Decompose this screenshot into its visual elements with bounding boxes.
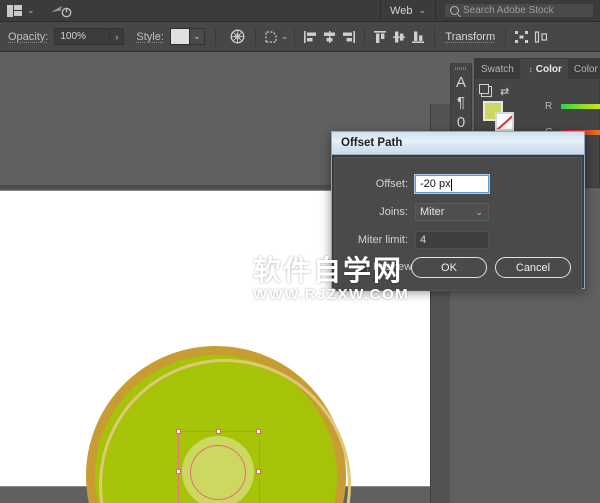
- shape-options-icon[interactable]: [262, 27, 281, 46]
- align-right-icon[interactable]: [339, 27, 358, 46]
- miter-limit-field-row: Miter limit: 4: [347, 231, 569, 249]
- selection-handle[interactable]: [176, 469, 181, 474]
- shape-chevron-down-icon[interactable]: ⌄: [281, 32, 289, 41]
- workspace-web-label: Web: [390, 5, 412, 17]
- search-input[interactable]: Search Adobe Stock: [444, 3, 594, 18]
- swap-fill-stroke-icon[interactable]: ⇄: [500, 85, 509, 98]
- color-panel-body: ⇄ R G: [475, 79, 599, 131]
- bridge-launch-icon[interactable]: [50, 4, 72, 18]
- fill-stroke-chips: [483, 101, 515, 131]
- cancel-button[interactable]: Cancel: [495, 257, 571, 278]
- type-tool-icon[interactable]: A: [456, 75, 466, 90]
- selection-handle[interactable]: [176, 429, 181, 434]
- tab-color-label: Color: [536, 64, 562, 75]
- opacity-flyout-arrow[interactable]: ›: [110, 28, 124, 45]
- align-horizontal-center-icon[interactable]: [320, 27, 339, 46]
- stroke-none-swatch[interactable]: [495, 112, 514, 131]
- glyph-icon[interactable]: 0: [457, 115, 465, 130]
- align-bottom-icon[interactable]: [409, 27, 428, 46]
- adobe-stock-search-wrap: Search Adobe Stock: [435, 0, 600, 22]
- chevron-down-icon[interactable]: ⌄: [27, 6, 35, 15]
- text-caret: [451, 179, 452, 191]
- panel-resize-icon: ↕: [529, 65, 533, 74]
- selection-handle[interactable]: [216, 429, 221, 434]
- illustrator-window: ⌄ Web ⌄ Search Adobe Stock: [0, 0, 600, 503]
- joins-select-value: Miter: [420, 206, 444, 218]
- isolate-selection-icon[interactable]: [512, 27, 531, 46]
- offset-field-row: Offset: -20 px: [347, 175, 569, 193]
- selection-bounding-box[interactable]: [178, 431, 260, 503]
- offset-input[interactable]: -20 px: [415, 175, 489, 193]
- transform-button[interactable]: Transform: [441, 31, 499, 43]
- offset-input-value: -20 px: [420, 178, 451, 190]
- opacity-input[interactable]: 100%: [54, 28, 110, 45]
- tab-swatches[interactable]: Swatch: [475, 59, 520, 79]
- offset-label: Offset:: [347, 178, 415, 190]
- style-swatch[interactable]: [170, 28, 190, 45]
- style-label: Style:: [136, 31, 164, 43]
- preview-label: Preview: [373, 261, 412, 273]
- dialog-title: Offset Path: [332, 132, 584, 155]
- tab-color-guide[interactable]: Color G: [568, 59, 600, 79]
- search-placeholder: Search Adobe Stock: [463, 5, 554, 16]
- dialog-buttons: OK Cancel: [411, 257, 571, 278]
- color-panel-toprow: ⇄: [481, 85, 599, 98]
- color-panel-tabs: Swatch ↕ Color Color G A: [475, 59, 599, 79]
- miter-limit-input[interactable]: 4: [415, 231, 489, 249]
- appbar-left-group: ⌄: [0, 4, 72, 18]
- chevron-down-icon: ⌄: [418, 6, 426, 15]
- workspace-web-button[interactable]: Web ⌄: [380, 0, 435, 22]
- paragraph-icon[interactable]: ¶: [457, 95, 465, 110]
- align-left-icon[interactable]: [301, 27, 320, 46]
- chevron-down-icon: ⌄: [475, 208, 483, 217]
- application-bar: ⌄ Web ⌄ Search Adobe Stock: [0, 0, 600, 22]
- align-vertical-center-icon[interactable]: [390, 27, 409, 46]
- control-bar: Opacity: 100% › Style: ⌄ ⌄: [0, 22, 600, 52]
- style-chevron-down-icon[interactable]: ⌄: [190, 28, 205, 45]
- panel-grip[interactable]: [455, 67, 467, 70]
- dialog-body: Offset: -20 px Joins: Miter ⌄ Miter limi…: [334, 157, 582, 291]
- distribute-icon[interactable]: [531, 27, 550, 46]
- channel-label-r: R: [545, 101, 553, 112]
- workspace-switcher-icon[interactable]: [7, 5, 22, 17]
- joins-field-row: Joins: Miter ⌄: [347, 203, 569, 221]
- joins-select[interactable]: Miter ⌄: [415, 203, 489, 221]
- opacity-label: Opacity:: [8, 31, 48, 43]
- offset-path-dialog: Offset Path Offset: -20 px Joins: Miter …: [331, 131, 585, 289]
- miter-limit-label: Miter limit:: [347, 234, 415, 246]
- preview-checkbox[interactable]: [357, 262, 368, 273]
- search-icon: [450, 6, 459, 15]
- align-top-icon[interactable]: [371, 27, 390, 46]
- tab-color[interactable]: ↕ Color: [520, 59, 568, 79]
- recolor-artwork-icon[interactable]: [228, 27, 247, 46]
- selection-handle[interactable]: [256, 469, 261, 474]
- ok-button[interactable]: OK: [411, 257, 487, 278]
- appbar-right-group: Web ⌄ Search Adobe Stock: [380, 0, 600, 22]
- joins-label: Joins:: [347, 206, 415, 218]
- color-channel-r: R: [545, 101, 600, 112]
- selection-handle[interactable]: [256, 429, 261, 434]
- document-swatch-icon[interactable]: [481, 86, 492, 97]
- channel-slider-r[interactable]: [561, 104, 600, 109]
